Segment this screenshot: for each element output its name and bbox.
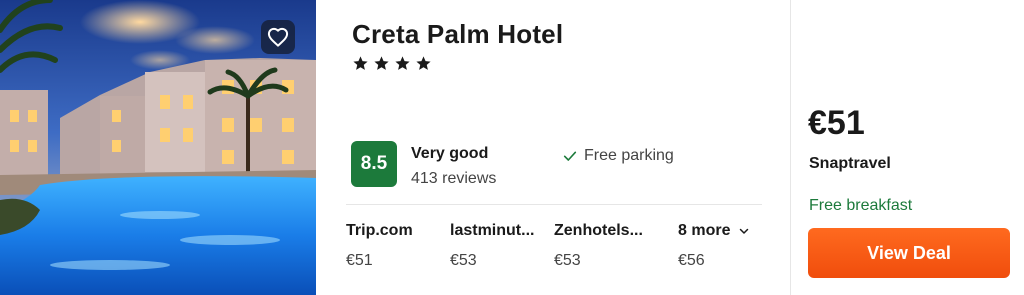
star-icon [353,56,368,70]
offer-price: €53 [450,252,477,269]
star-icon [416,56,431,70]
more-offers[interactable]: 8 more €56 [678,222,762,270]
amenity-free-parking: Free parking [562,147,674,165]
more-offers-label: 8 more [678,222,731,239]
hotel-card[interactable]: Creta Palm Hotel 8.5 Very good 413 revie… [0,0,1024,295]
chevron-down-icon [740,228,749,234]
hotel-photo[interactable] [0,0,316,295]
star-icon [395,56,410,70]
hotel-name[interactable]: Creta Palm Hotel [352,19,563,50]
more-offers-price: €56 [678,252,705,269]
heart-icon [267,27,289,47]
best-deal-perk: Free breakfast [809,197,913,214]
rating-label: Very good [411,145,489,162]
offer-provider: lastminut... [450,222,535,239]
offer-price: €53 [554,252,581,269]
more-offers-button[interactable]: 8 more [678,222,762,240]
star-rating [352,55,432,72]
offer-lastminute[interactable]: lastminut... €53 [450,222,542,270]
best-deal-price: €51 [808,104,865,142]
offer-price: €51 [346,252,373,269]
offer-provider: Trip.com [346,222,413,239]
star-icon [374,56,389,70]
check-icon [563,151,577,161]
best-deal-provider: Snaptravel [809,155,891,172]
favorite-button[interactable] [261,20,295,54]
offer-zenhotels[interactable]: Zenhotels... €53 [554,222,652,270]
review-count[interactable]: 413 reviews [411,170,496,188]
offer-provider: Zenhotels... [554,222,643,239]
amenity-label: Free parking [584,147,674,164]
rating-score-badge: 8.5 [351,141,397,187]
view-deal-button[interactable]: View Deal [808,228,1010,278]
offer-trip-com[interactable]: Trip.com €51 [346,222,436,270]
divider [346,204,762,205]
divider [790,0,791,295]
